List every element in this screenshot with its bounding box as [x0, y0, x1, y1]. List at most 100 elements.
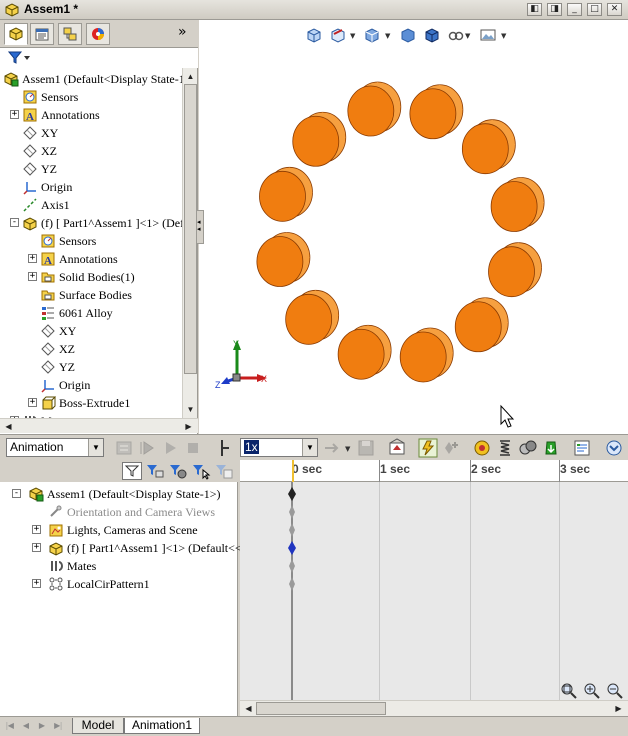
- disc-part[interactable]: [292, 111, 347, 167]
- scroll-right-arrow-icon[interactable]: ▶: [182, 420, 195, 433]
- tile-left-icon[interactable]: ◧: [527, 3, 542, 16]
- tab-animation1[interactable]: Animation1: [124, 718, 200, 734]
- expand-panel-icon[interactable]: »: [178, 24, 187, 40]
- timeline-ruler[interactable]: 0 sec 1 sec 2 sec 3 sec: [240, 460, 628, 482]
- playback-speed-select[interactable]: 1x ▼: [240, 438, 318, 457]
- tree-horizontal-scrollbar[interactable]: ◀ ▶: [0, 418, 198, 433]
- tree-vertical-scrollbar[interactable]: ▲ ▼: [182, 68, 197, 418]
- add-key-icon[interactable]: [441, 438, 461, 458]
- filter-results-icon[interactable]: [214, 462, 234, 480]
- expand-icon[interactable]: +: [28, 254, 37, 263]
- collapse-motion-manager-icon[interactable]: [604, 438, 624, 458]
- filter-selected-icon[interactable]: [191, 462, 211, 480]
- collapse-icon[interactable]: -: [10, 218, 19, 227]
- collapse-icon[interactable]: -: [12, 489, 21, 498]
- keypoint-part[interactable]: [288, 541, 296, 555]
- disc-part[interactable]: [461, 119, 516, 175]
- scroll-left-arrow-icon[interactable]: ◀: [2, 420, 15, 433]
- disc-part[interactable]: [259, 166, 313, 222]
- zoom-in-icon[interactable]: [583, 682, 601, 700]
- tree-item[interactable]: - (f) [ Part1^Assem1 ]<1> (Defa: [0, 214, 182, 232]
- tree-item[interactable]: + Solid Bodies(1): [0, 268, 182, 286]
- expand-icon[interactable]: +: [32, 543, 41, 552]
- tree-item[interactable]: Origin: [0, 178, 182, 196]
- save-animation-icon[interactable]: [356, 438, 376, 458]
- disc-part[interactable]: [337, 324, 392, 380]
- spring-icon[interactable]: [495, 438, 515, 458]
- calculate-icon[interactable]: [114, 438, 134, 458]
- first-tab-arrow-icon[interactable]: |◀: [4, 720, 16, 732]
- stop-icon[interactable]: [183, 438, 203, 458]
- zoom-to-fit-icon[interactable]: [560, 682, 578, 700]
- scroll-right-arrow-icon[interactable]: ▶: [612, 702, 625, 715]
- tree-item[interactable]: XY: [0, 124, 182, 142]
- tile-right-icon[interactable]: ◨: [547, 3, 562, 16]
- filter-driving-icon[interactable]: [145, 462, 165, 480]
- prev-tab-arrow-icon[interactable]: ◀: [20, 720, 32, 732]
- keypoint-mates[interactable]: [289, 559, 295, 573]
- disc-part[interactable]: [399, 327, 454, 383]
- motion-tree-item[interactable]: + (f) [ Part1^Assem1 ]<1> (Default<<D: [0, 539, 250, 557]
- expand-icon[interactable]: +: [10, 110, 19, 119]
- motion-tree-item[interactable]: + Lights, Cameras and Scene: [0, 521, 238, 539]
- close-button[interactable]: ✕: [607, 3, 622, 16]
- disc-part[interactable]: [256, 232, 311, 287]
- tree-item[interactable]: Surface Bodies: [0, 286, 182, 304]
- gravity-icon[interactable]: [541, 438, 561, 458]
- tab-feature-manager[interactable]: [4, 23, 28, 45]
- disc-part[interactable]: [488, 242, 542, 298]
- funnel-icon[interactable]: [8, 51, 30, 65]
- motion-tree-item[interactable]: - Assem1 (Default<Display State-1>): [0, 485, 238, 503]
- expand-icon[interactable]: +: [32, 525, 41, 534]
- playback-direction-dropdown-icon[interactable]: ▼: [345, 445, 350, 453]
- play-from-start-icon[interactable]: [137, 438, 157, 458]
- model-view[interactable]: Y X Z: [199, 20, 628, 434]
- disc-part[interactable]: [347, 81, 402, 137]
- tree-item[interactable]: -Assem1 (Default<Display State-1: [0, 70, 182, 88]
- contact-icon[interactable]: [518, 438, 538, 458]
- autokey-icon[interactable]: [418, 438, 438, 458]
- tree-item[interactable]: + A Annotations: [0, 250, 182, 268]
- tree-item[interactable]: Sensors: [0, 232, 182, 250]
- expand-icon[interactable]: +: [28, 272, 37, 281]
- tab-model[interactable]: Model: [72, 718, 124, 734]
- playback-mode-icon[interactable]: [212, 438, 232, 458]
- scroll-thumb[interactable]: [256, 702, 386, 715]
- maximize-button[interactable]: □: [587, 3, 602, 16]
- disc-part[interactable]: [454, 297, 509, 353]
- scroll-down-arrow-icon[interactable]: ▼: [184, 403, 197, 416]
- time-bar-head[interactable]: [292, 460, 294, 482]
- tree-item[interactable]: Origin: [0, 376, 182, 394]
- filter-animated-icon[interactable]: [122, 462, 142, 480]
- tree-item[interactable]: 6061 Alloy: [0, 304, 182, 322]
- motion-tree-item[interactable]: + LocalCirPattern1: [0, 575, 238, 593]
- playback-direction-icon[interactable]: [322, 438, 342, 458]
- tree-item[interactable]: YZ: [0, 358, 182, 376]
- tree-item[interactable]: XY: [0, 322, 182, 340]
- filter-moving-icon[interactable]: [168, 462, 188, 480]
- tree-item[interactable]: XZ: [0, 142, 182, 160]
- zoom-out-icon[interactable]: [606, 682, 624, 700]
- scroll-left-arrow-icon[interactable]: ◀: [242, 702, 255, 715]
- study-type-select[interactable]: Animation ▼: [6, 438, 104, 457]
- disc-part[interactable]: [409, 84, 464, 140]
- animation-wizard-icon[interactable]: [387, 438, 407, 458]
- tree-item[interactable]: + Boss-Extrude1: [0, 394, 182, 412]
- keypoint-orientation[interactable]: [289, 505, 295, 519]
- disc-part[interactable]: [285, 289, 340, 345]
- tree-item[interactable]: Sensors: [0, 88, 182, 106]
- tree-item[interactable]: + A Annotations: [0, 106, 182, 124]
- keypoint-assembly[interactable]: [288, 487, 296, 501]
- timeline-horizontal-scrollbar[interactable]: ◀ ▶: [240, 700, 628, 716]
- disc-part[interactable]: [490, 177, 545, 232]
- panel-splitter-handle[interactable]: ◂ ◂: [196, 210, 204, 244]
- tab-property-manager[interactable]: [30, 23, 54, 45]
- play-icon[interactable]: [160, 438, 180, 458]
- motor-icon[interactable]: [472, 438, 492, 458]
- tree-item[interactable]: XZ: [0, 340, 182, 358]
- tree-item[interactable]: Axis1: [0, 196, 182, 214]
- expand-icon[interactable]: +: [32, 579, 41, 588]
- results-plots-icon[interactable]: [572, 438, 592, 458]
- motion-tree-item[interactable]: Orientation and Camera Views: [0, 503, 238, 521]
- timeline-area[interactable]: 0 sec 1 sec 2 sec 3 sec ◀ ▶: [240, 460, 628, 716]
